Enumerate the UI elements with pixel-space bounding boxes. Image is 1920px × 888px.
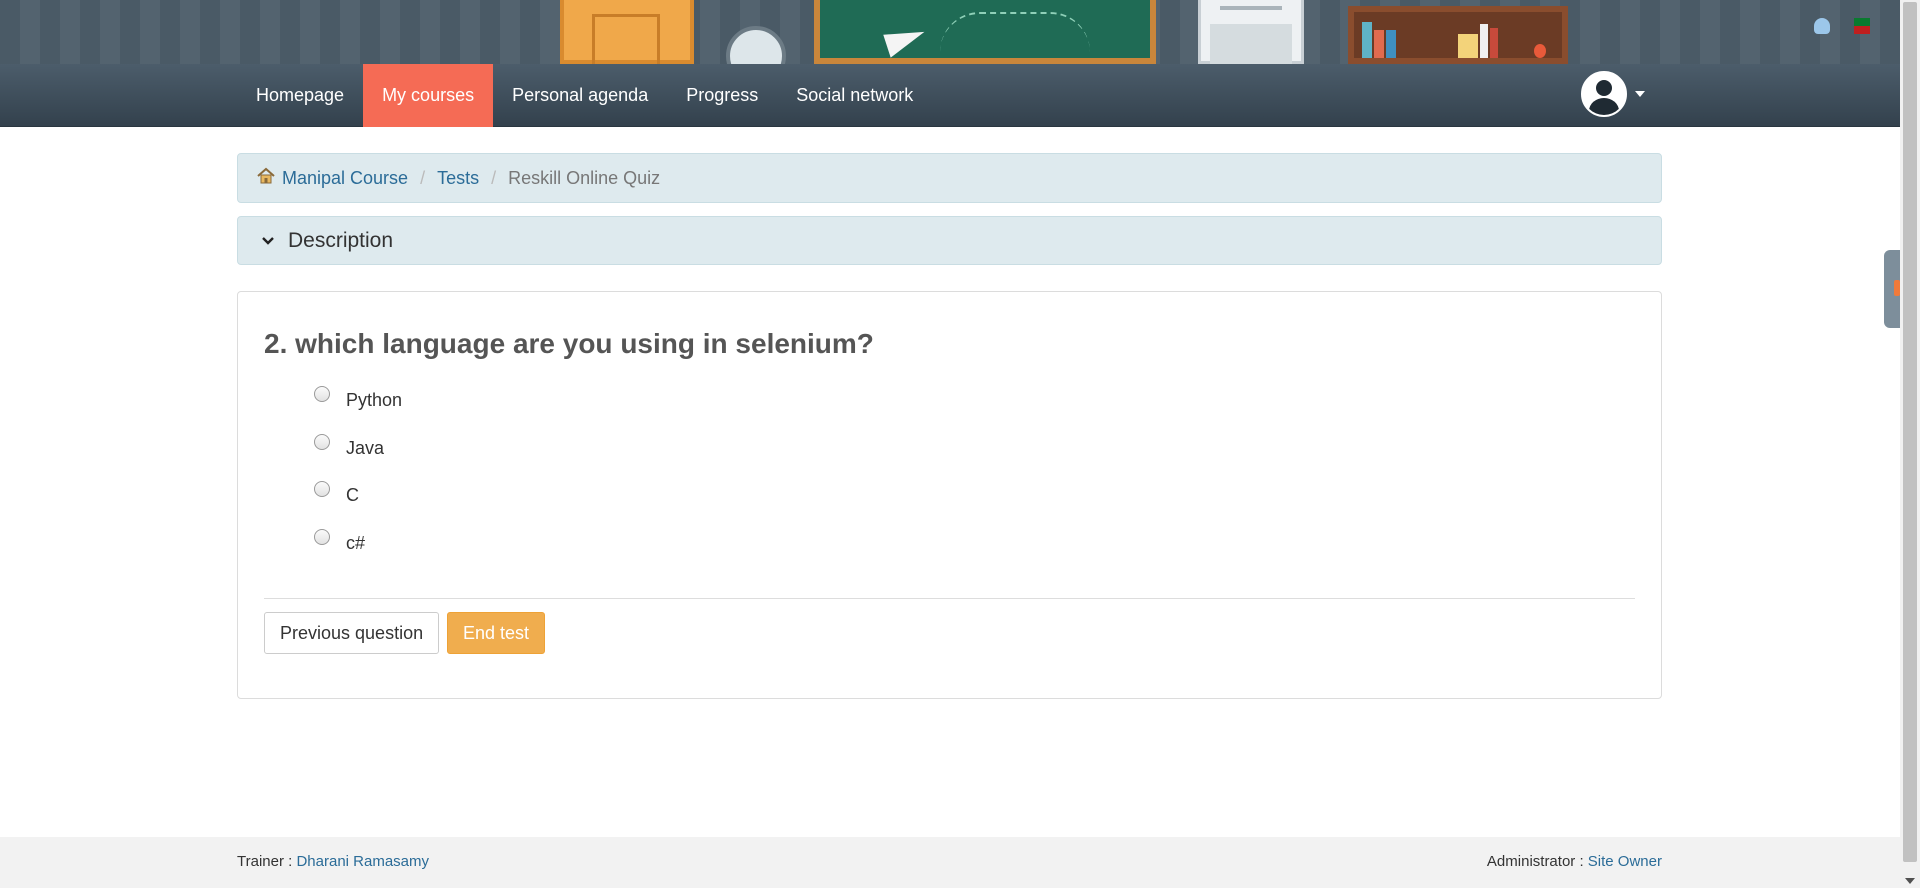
nav-item-progress[interactable]: Progress	[667, 64, 777, 127]
footer-admin: Administrator : Site Owner	[1487, 853, 1662, 870]
main-navbar: Homepage My courses Personal agenda Prog…	[0, 64, 1900, 127]
trainer-link[interactable]: Dharani Ramasamy	[296, 853, 429, 870]
nav-item-homepage[interactable]: Homepage	[237, 64, 363, 127]
question-title: 2. which language are you using in selen…	[264, 328, 874, 359]
user-menu-toggle[interactable]	[1581, 71, 1645, 117]
radio-button[interactable]	[314, 528, 330, 545]
user-icon[interactable]	[1814, 18, 1830, 34]
header-banner	[0, 0, 1900, 64]
user-avatar-icon	[1581, 71, 1627, 117]
description-label: Description	[288, 228, 394, 252]
radio-button[interactable]	[314, 433, 330, 450]
divider	[264, 598, 1635, 599]
end-test-button[interactable]: End test	[447, 612, 546, 654]
page-scrollbar[interactable]	[1900, 0, 1920, 888]
book-shape	[1490, 28, 1498, 58]
banner-bookshelf-illustration	[1348, 6, 1568, 64]
answer-label: Python	[346, 390, 403, 410]
language-switcher	[1814, 18, 1870, 34]
answer-label: c#	[346, 532, 366, 553]
book-shape	[1386, 30, 1396, 58]
radio-button[interactable]	[314, 386, 330, 402]
main-nav: Homepage My courses Personal agenda Prog…	[237, 64, 932, 127]
book-shape	[1362, 22, 1372, 58]
answer-option[interactable]: C	[314, 481, 402, 529]
answer-options: Python Java C c#	[314, 386, 402, 576]
home-icon	[257, 167, 275, 184]
book-shape	[1458, 34, 1478, 58]
banner-cabinet-drawer	[1210, 24, 1292, 64]
previous-question-button[interactable]: Previous question	[264, 612, 440, 654]
description-toggle[interactable]: Description	[237, 216, 1662, 265]
answer-option[interactable]: Python	[314, 386, 402, 434]
admin-label: Administrator :	[1486, 853, 1584, 870]
breadcrumb-separator: /	[491, 167, 497, 188]
breadcrumb: Manipal Course / Tests / Reskill Online …	[237, 153, 1662, 203]
question-panel: 2. which language are you using in selen…	[237, 291, 1662, 699]
answer-option[interactable]: Java	[314, 433, 402, 482]
apple-shape	[1534, 44, 1546, 58]
book-shape	[1480, 24, 1488, 58]
nav-item-my-courses[interactable]: My courses	[363, 64, 494, 127]
scroll-thumb[interactable]	[1903, 2, 1917, 862]
answer-label: Java	[346, 437, 385, 458]
breadcrumb-current: Reskill Online Quiz	[508, 167, 661, 188]
banner-clock-illustration	[726, 26, 786, 64]
flag-icon[interactable]	[1854, 18, 1870, 34]
breadcrumb-separator: /	[420, 167, 426, 188]
scroll-down-icon[interactable]	[1905, 878, 1915, 884]
banner-door-panel	[592, 14, 660, 64]
side-panel-tab[interactable]	[1884, 250, 1900, 328]
banner-dashed-path	[940, 12, 1090, 52]
radio-button[interactable]	[314, 481, 330, 497]
chevron-down-icon	[262, 236, 274, 245]
nav-item-social-network[interactable]: Social network	[777, 64, 932, 127]
book-shape	[1374, 30, 1384, 58]
answer-label: C	[346, 485, 359, 505]
banner-cabinet-line	[1220, 6, 1282, 10]
breadcrumb-course-link[interactable]: Manipal Course	[282, 168, 408, 189]
footer: Trainer : Dharani Ramasamy Administrator…	[0, 837, 1900, 888]
nav-item-personal-agenda[interactable]: Personal agenda	[493, 64, 667, 127]
breadcrumb-tests-link[interactable]: Tests	[437, 168, 479, 189]
trainer-label: Trainer :	[237, 853, 293, 870]
caret-down-icon	[1635, 91, 1645, 97]
answer-option[interactable]: c#	[314, 528, 402, 577]
footer-trainer: Trainer : Dharani Ramasamy	[237, 853, 429, 870]
admin-link[interactable]: Site Owner	[1588, 853, 1662, 870]
